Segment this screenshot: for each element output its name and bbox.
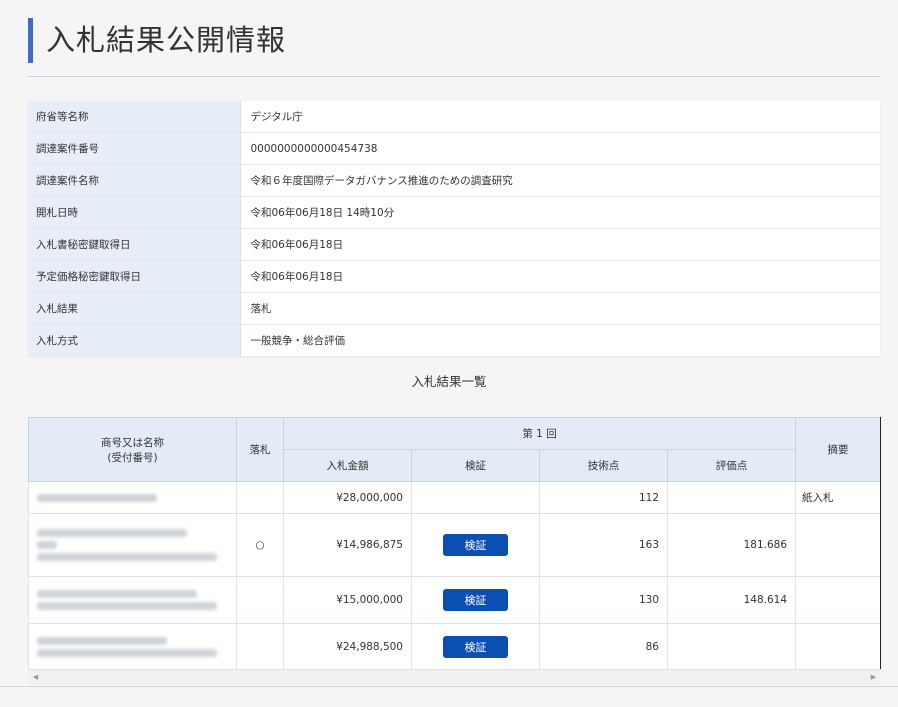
- award-cell: [236, 481, 284, 514]
- info-value: 一般競争・総合評価: [250, 335, 346, 347]
- info-label: 調達案件番号: [28, 132, 241, 165]
- score-cell: [666, 623, 797, 669]
- info-value: 令和06年06月18日: [240, 260, 880, 293]
- verify-button[interactable]: 検証: [443, 589, 508, 611]
- info-row: 予定価格秘密鍵取得日 令和06年06月18日: [28, 260, 880, 293]
- amount-cell: ¥15,000,000: [283, 576, 412, 624]
- info-value: デジタル庁: [240, 101, 880, 133]
- info-label: 入札方式: [28, 324, 241, 356]
- award-cell: ○: [236, 513, 284, 577]
- info-value: 令和６年度国際データガバナンス推進のための調査研究: [240, 164, 880, 197]
- header-name-sub: (受付番号): [107, 451, 158, 464]
- results-section-title: 入札結果一覧: [411, 374, 487, 389]
- amount-cell: ¥14,986,875: [283, 513, 412, 577]
- info-row: 調達案件番号 0000000000000454738: [28, 132, 880, 165]
- header-name-label: 商号又は名称: [101, 436, 164, 449]
- verify-cell: 検証: [411, 513, 540, 577]
- bidder-name-redacted: [28, 623, 237, 669]
- results-table-container: 商号又は名称 (受付番号) 落札 第 1 回 摘要 入札金額 検証 技術点 評価…: [28, 417, 881, 669]
- bidder-name-redacted: [28, 513, 237, 577]
- header-award: 落札: [236, 417, 284, 482]
- award-cell: [236, 576, 284, 624]
- info-value: 0000000000000454738: [240, 132, 880, 165]
- award-cell: [236, 623, 284, 669]
- table-row: ¥15,000,000 検証 130 148.614: [28, 576, 880, 624]
- table-row: ¥24,988,500 検証 86: [28, 623, 880, 669]
- scroll-left-icon[interactable]: ◀: [28, 670, 43, 685]
- info-row: 入札書秘密鍵取得日 令和06年06月18日: [28, 228, 880, 261]
- tech-cell: 112: [539, 481, 668, 514]
- info-label: 入札書秘密鍵取得日: [28, 228, 241, 261]
- summary-cell: [795, 623, 880, 669]
- header-round: 第 1 回: [282, 417, 797, 450]
- verify-cell: 検証: [411, 576, 540, 624]
- verify-button[interactable]: 検証: [443, 534, 508, 556]
- summary-cell: [795, 576, 880, 624]
- score-cell: [666, 481, 797, 514]
- header-verify: 検証: [411, 449, 540, 482]
- title-accent-bar: [28, 18, 33, 63]
- info-label: 開札日時: [28, 196, 241, 229]
- info-label: 府省等名称: [28, 101, 241, 133]
- tech-cell: 130: [539, 576, 668, 624]
- verify-cell: 検証: [411, 623, 540, 669]
- summary-cell: [795, 513, 880, 577]
- page-header: 入札結果公開情報: [28, 16, 880, 77]
- bidder-name-redacted: [28, 481, 237, 514]
- bid-results-table: 商号又は名称 (受付番号) 落札 第 1 回 摘要 入札金額 検証 技術点 評価…: [28, 417, 880, 669]
- verify-button[interactable]: 検証: [443, 636, 508, 658]
- page-title: 入札結果公開情報: [46, 23, 287, 57]
- info-label: 予定価格秘密鍵取得日: [28, 260, 241, 293]
- amount-cell: ¥24,988,500: [283, 623, 412, 669]
- table-row: ¥28,000,000 112 紙入札: [28, 481, 880, 514]
- info-value: 令和06年06月18日 14時10分: [240, 196, 880, 229]
- header-score: 評価点: [666, 449, 797, 482]
- info-row: 入札結果 落札: [28, 292, 880, 325]
- amount-cell: ¥28,000,000: [283, 481, 412, 514]
- info-row: 入札方式 一般競争・総合評価: [28, 324, 880, 356]
- header-summary: 摘要: [795, 417, 880, 482]
- info-label: 入札結果: [28, 292, 241, 325]
- info-row: 府省等名称 デジタル庁: [28, 101, 880, 133]
- horizontal-scrollbar[interactable]: ◀ ▶: [28, 669, 881, 685]
- tech-cell: 86: [539, 623, 668, 669]
- score-cell: 148.614: [666, 576, 797, 624]
- info-value: 令和06年06月18日: [240, 228, 880, 261]
- scroll-right-icon[interactable]: ▶: [866, 670, 881, 685]
- bottom-divider: [0, 686, 898, 687]
- procurement-info-table: 府省等名称 デジタル庁 調達案件番号 0000000000000454738 調…: [28, 101, 880, 356]
- tech-cell: 163: [539, 513, 668, 577]
- header-name: 商号又は名称 (受付番号): [28, 417, 237, 482]
- score-cell: 181.686: [666, 513, 797, 577]
- info-value: 落札: [240, 292, 880, 325]
- info-row: 調達案件名称 令和６年度国際データガバナンス推進のための調査研究: [28, 164, 880, 197]
- bidder-name-redacted: [28, 576, 237, 624]
- header-amount: 入札金額: [283, 449, 412, 482]
- info-row: 開札日時 令和06年06月18日 14時10分: [28, 196, 880, 229]
- info-label: 調達案件名称: [28, 164, 241, 197]
- table-row: ○ ¥14,986,875 検証 163 181.686: [28, 513, 880, 577]
- verify-cell: [411, 481, 540, 514]
- summary-cell: 紙入札: [795, 481, 880, 514]
- header-tech: 技術点: [539, 449, 668, 482]
